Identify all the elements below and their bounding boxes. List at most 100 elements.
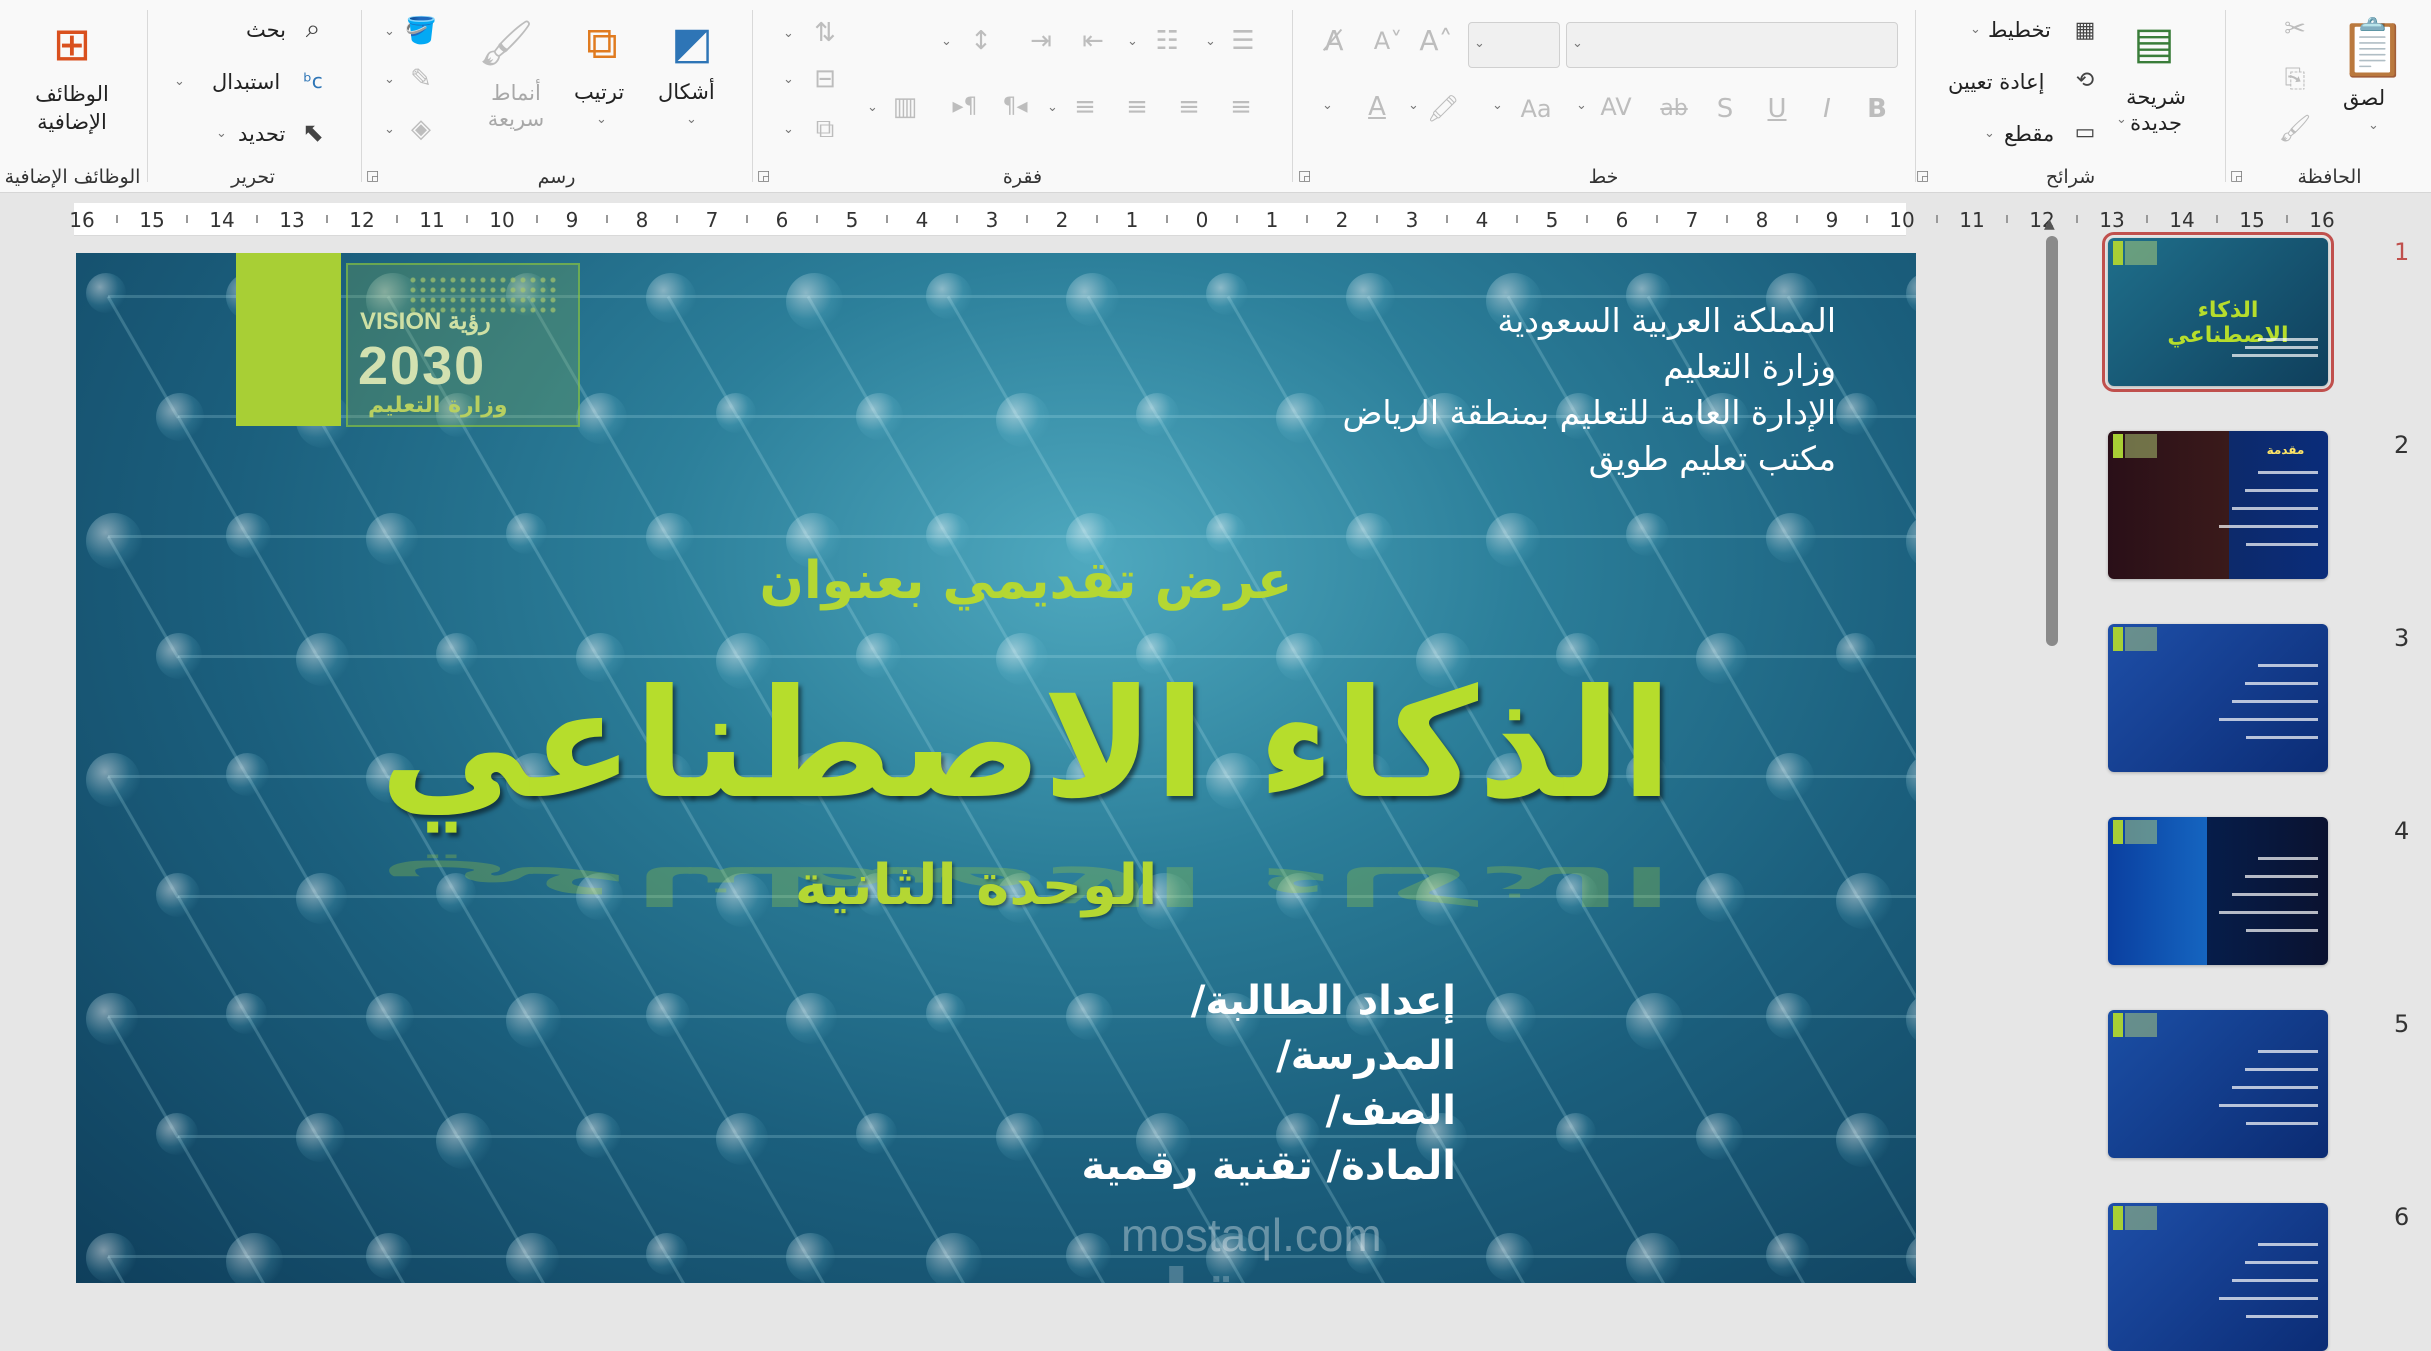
increase-font-icon[interactable]: A˄	[1418, 24, 1454, 58]
copy-icon[interactable]: ⎘	[2278, 62, 2312, 96]
scroll-up-icon[interactable]: ▲	[2044, 216, 2055, 232]
addins-icon[interactable]: ⊞	[40, 14, 104, 74]
arrange-button[interactable]: ترتيب	[574, 80, 624, 104]
addins-button[interactable]: الوظائف الإضافية	[20, 80, 124, 136]
bold-icon[interactable]: B	[1862, 92, 1892, 126]
slide-thumbnail[interactable]	[2108, 1010, 2328, 1158]
layout-dropdown-icon[interactable]: ⌄	[1970, 22, 1981, 37]
line-spacing-dropdown-icon[interactable]: ⌄	[941, 34, 952, 49]
strikethrough-icon[interactable]: ab	[1654, 92, 1694, 126]
quick-styles-icon[interactable]: 🖌	[474, 14, 538, 74]
quick-styles-button[interactable]: أنماط سريعة	[478, 80, 554, 132]
shape-effects-icon[interactable]: ◈	[404, 112, 438, 146]
shape-outline-icon[interactable]: ✎	[404, 62, 438, 96]
increase-indent-icon[interactable]: ⇥	[1021, 24, 1061, 58]
molecule-node	[646, 513, 694, 561]
bullets-icon[interactable]: ☰	[1223, 24, 1263, 58]
slide-panel-scrollbar[interactable]: ▲	[2040, 216, 2064, 1283]
font-name-input[interactable]	[1566, 22, 1898, 68]
numbering-icon[interactable]: ☷	[1147, 24, 1187, 58]
align-text-dropdown-icon[interactable]: ⌄	[783, 72, 794, 87]
clear-formatting-icon[interactable]: A̸	[1316, 24, 1352, 58]
columns-icon[interactable]: ▥	[885, 90, 925, 124]
smartart-dropdown-icon[interactable]: ⌄	[783, 122, 794, 137]
layout-button[interactable]: تخطيط	[1988, 18, 2051, 42]
section-dropdown-icon[interactable]: ⌄	[1984, 126, 1995, 141]
slide-thumbnail[interactable]: مقدمة	[2108, 431, 2328, 579]
character-spacing-icon[interactable]: AV	[1594, 90, 1638, 124]
font-color-dropdown-icon[interactable]: ⌄	[1322, 98, 1333, 113]
paste-button[interactable]: لصق	[2343, 86, 2385, 110]
line-spacing-icon[interactable]: ↕	[961, 24, 1001, 58]
drawing-launcher-icon[interactable]: ◲	[366, 168, 379, 184]
replace-dropdown-icon[interactable]: ⌄	[174, 74, 185, 89]
reset-icon[interactable]: ⟲	[2068, 64, 2102, 98]
shape-fill-icon[interactable]: 🪣	[404, 14, 438, 48]
font-size-dropdown-icon[interactable]: ⌄	[1474, 36, 1485, 51]
section-button[interactable]: مقطع	[2004, 122, 2054, 146]
horizontal-ruler[interactable]: 16 15 14 13 12 11 10 9 8 7 6 5 4 3 2 1 0 1 2 3 4 5 6 7 8 9 10 11 12 1…	[69, 203, 2335, 236]
font-launcher-icon[interactable]: ◲	[1298, 168, 1311, 184]
italic-icon[interactable]: I	[1812, 92, 1842, 126]
slide-thumbnail[interactable]	[2108, 624, 2328, 772]
arrange-dropdown-icon[interactable]: ⌄	[596, 112, 607, 127]
shadow-icon[interactable]: S	[1710, 92, 1740, 126]
justify-icon[interactable]: ≡	[1065, 90, 1105, 124]
reset-button[interactable]: إعادة تعيين	[1948, 70, 2044, 94]
paste-icon[interactable]: 📋	[2338, 14, 2408, 84]
rtl-icon[interactable]: ¶◂	[995, 90, 1035, 124]
paragraph-launcher-icon[interactable]: ◲	[757, 168, 770, 184]
slide-editor[interactable]: VISION رؤية 2030 وزارة التعليم المملكة ا…	[76, 253, 1916, 1283]
ltr-icon[interactable]: ▸¶	[945, 90, 985, 124]
justify-dropdown-icon[interactable]: ⌄	[1047, 100, 1058, 115]
spacing-dropdown-icon[interactable]: ⌄	[1576, 98, 1587, 113]
text-direction-dropdown-icon[interactable]: ⌄	[783, 26, 794, 41]
smartart-icon[interactable]: ⧉	[805, 112, 845, 146]
align-left-icon[interactable]: ≡	[1117, 90, 1157, 124]
new-slide-icon[interactable]: ▤	[2122, 14, 2186, 74]
new-slide-dropdown-icon[interactable]: ⌄	[2116, 112, 2127, 127]
paste-dropdown-icon[interactable]: ⌄	[2368, 118, 2379, 133]
section-icon[interactable]: ▭	[2068, 116, 2102, 150]
align-center-icon[interactable]: ≡	[1169, 90, 1209, 124]
clipboard-launcher-icon[interactable]: ◲	[2230, 168, 2243, 184]
find-button[interactable]: بحث	[246, 18, 286, 42]
find-icon[interactable]: ⌕	[296, 12, 330, 46]
bullets-dropdown-icon[interactable]: ⌄	[1205, 34, 1216, 49]
decrease-font-icon[interactable]: A˅	[1370, 24, 1406, 58]
shapes-button[interactable]: أشكال	[658, 80, 715, 104]
scroll-thumb[interactable]	[2046, 236, 2058, 646]
decrease-indent-icon[interactable]: ⇤	[1073, 24, 1113, 58]
change-case-icon[interactable]: Aa	[1514, 92, 1558, 126]
select-button[interactable]: تحديد	[238, 122, 285, 146]
slide-thumbnail[interactable]: الذكاء الاصطناعي	[2102, 232, 2334, 392]
slides-launcher-icon[interactable]: ◲	[1916, 168, 1929, 184]
shape-effects-dropdown-icon[interactable]: ⌄	[384, 122, 395, 137]
select-dropdown-icon[interactable]: ⌄	[216, 126, 227, 141]
case-dropdown-icon[interactable]: ⌄	[1492, 98, 1503, 113]
align-text-icon[interactable]: ⊟	[805, 62, 845, 96]
shape-fill-dropdown-icon[interactable]: ⌄	[384, 24, 395, 39]
text-direction-icon[interactable]: ⇅	[805, 16, 845, 50]
underline-icon[interactable]: U	[1762, 92, 1792, 126]
format-painter-icon[interactable]: 🖌	[2278, 112, 2312, 146]
arrange-icon[interactable]: ⧉	[570, 14, 634, 74]
replace-icon[interactable]: ᵇc	[296, 64, 330, 98]
layout-icon[interactable]: ▦	[2068, 14, 2102, 48]
shape-outline-dropdown-icon[interactable]: ⌄	[384, 72, 395, 87]
shapes-icon[interactable]: ◩	[660, 14, 724, 74]
slide-thumbnail[interactable]	[2108, 1203, 2328, 1351]
new-slide-button[interactable]: شريحة جديدة	[2108, 84, 2204, 136]
numbering-dropdown-icon[interactable]: ⌄	[1127, 34, 1138, 49]
font-color-icon[interactable]: A	[1360, 90, 1394, 124]
select-cursor-icon[interactable]: ⬉	[296, 116, 330, 150]
align-right-icon[interactable]: ≡	[1221, 90, 1261, 124]
highlight-icon[interactable]: 🖍	[1426, 92, 1460, 126]
font-name-dropdown-icon[interactable]: ⌄	[1572, 36, 1583, 51]
columns-dropdown-icon[interactable]: ⌄	[867, 100, 878, 115]
slide-thumbnail[interactable]	[2108, 817, 2328, 965]
cut-icon[interactable]: ✂	[2278, 12, 2312, 46]
highlight-dropdown-icon[interactable]: ⌄	[1408, 98, 1419, 113]
replace-button[interactable]: استبدال	[212, 70, 280, 94]
shapes-dropdown-icon[interactable]: ⌄	[686, 112, 697, 127]
